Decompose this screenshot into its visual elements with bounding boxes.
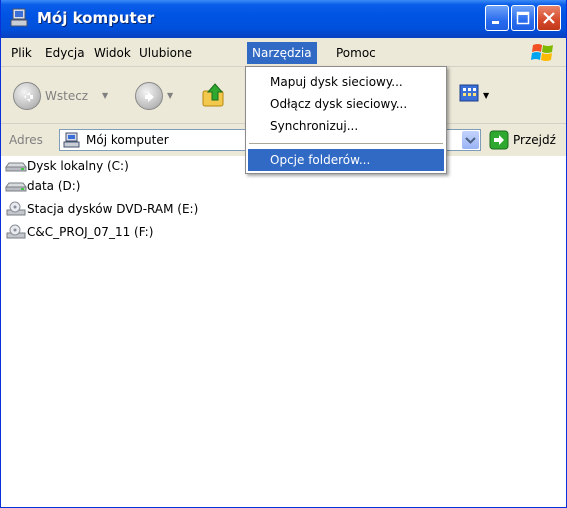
menu-file[interactable]: Plik bbox=[6, 44, 37, 62]
drive-label: C&C_PROJ_07_11 (F:) bbox=[27, 225, 154, 239]
menu-bar: Plik Edycja Widok Ulubione Narzędzia Pom… bbox=[1, 38, 566, 67]
my-computer-icon bbox=[9, 8, 31, 28]
forward-arrow-icon[interactable] bbox=[135, 82, 163, 110]
dvd-drive-icon bbox=[5, 201, 27, 217]
drive-label: Stacja dysków DVD-RAM (E:) bbox=[27, 202, 199, 216]
cd-drive-icon bbox=[5, 224, 27, 240]
hard-drive-icon bbox=[5, 158, 27, 174]
menu-help[interactable]: Pomoc bbox=[331, 44, 381, 62]
menu-item-disconnect-network-drive[interactable]: Odłącz dysk sieciowy... bbox=[248, 93, 444, 115]
go-arrow-icon[interactable] bbox=[489, 130, 509, 150]
maximize-button[interactable] bbox=[511, 5, 535, 31]
back-arrow-icon[interactable] bbox=[13, 82, 41, 110]
menu-item-folder-options[interactable]: Opcje folderów... bbox=[248, 149, 444, 171]
close-button[interactable] bbox=[537, 5, 561, 31]
up-folder-icon[interactable] bbox=[201, 81, 227, 109]
list-item[interactable]: data (D:) bbox=[5, 176, 81, 196]
forward-dropdown-chevron-icon[interactable]: ▼ bbox=[167, 91, 173, 100]
menu-item-map-network-drive[interactable]: Mapuj dysk sieciowy... bbox=[248, 71, 444, 93]
hard-drive-icon bbox=[5, 178, 27, 194]
tools-dropdown-menu: Mapuj dysk sieciowy... Odłącz dysk sieci… bbox=[245, 66, 447, 174]
list-item[interactable]: Dysk lokalny (C:) bbox=[5, 156, 129, 176]
menu-tools[interactable]: Narzędzia bbox=[247, 42, 317, 64]
window-title: Mój komputer bbox=[37, 9, 155, 27]
address-label: Adres bbox=[9, 133, 43, 147]
menu-favorites[interactable]: Ulubione bbox=[134, 44, 197, 62]
address-value: Mój komputer bbox=[86, 133, 169, 147]
menu-item-synchronize[interactable]: Synchronizuj... bbox=[248, 115, 444, 137]
menu-edit[interactable]: Edycja bbox=[40, 44, 90, 62]
go-button-label[interactable]: Przejdź bbox=[513, 133, 556, 147]
minimize-button[interactable] bbox=[485, 5, 509, 31]
views-dropdown-chevron-icon[interactable]: ▼ bbox=[483, 91, 489, 100]
my-computer-icon bbox=[63, 132, 81, 151]
views-grid-icon[interactable] bbox=[459, 83, 481, 105]
file-list: Dysk lokalny (C:) data (D:) Stacja dyskó… bbox=[1, 156, 566, 507]
menu-view[interactable]: Widok bbox=[89, 44, 136, 62]
list-item[interactable]: Stacja dysków DVD-RAM (E:) bbox=[5, 199, 198, 219]
drive-label: Dysk lokalny (C:) bbox=[27, 159, 129, 173]
list-item[interactable]: C&C_PROJ_07_11 (F:) bbox=[5, 222, 153, 242]
drive-label: data (D:) bbox=[27, 179, 81, 193]
back-button-label[interactable]: Wstecz bbox=[45, 89, 88, 103]
windows-logo-icon bbox=[530, 42, 556, 64]
back-dropdown-chevron-icon[interactable]: ▼ bbox=[102, 91, 108, 100]
title-bar[interactable]: Mój komputer bbox=[1, 0, 566, 38]
explorer-window: Mój komputer Plik Edycja Widok Ulubione … bbox=[0, 0, 567, 508]
address-dropdown-chevron-icon[interactable] bbox=[462, 131, 479, 149]
menu-separator bbox=[249, 143, 443, 144]
